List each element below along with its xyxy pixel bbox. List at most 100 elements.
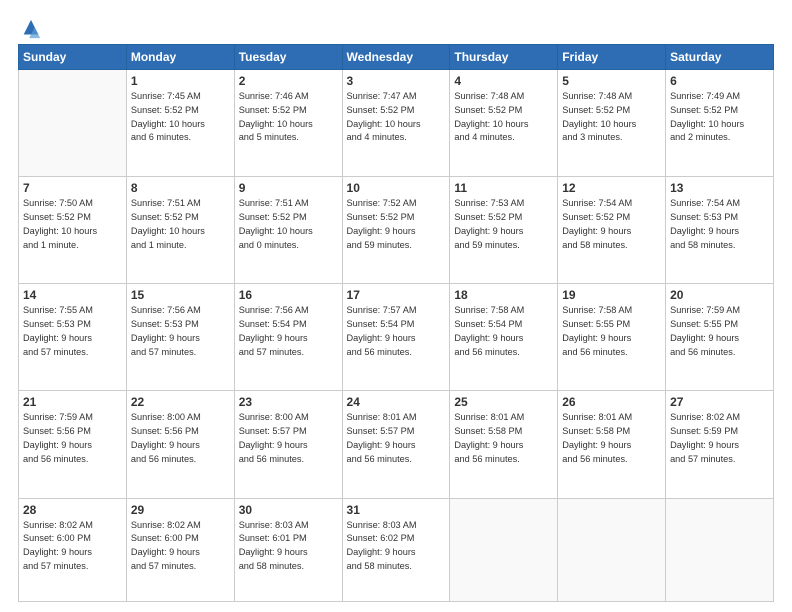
cell-info: Sunrise: 7:46 AMSunset: 5:52 PMDaylight:… xyxy=(239,90,338,145)
day-cell: 5 Sunrise: 7:48 AMSunset: 5:52 PMDaylight… xyxy=(558,70,666,177)
day-number: 31 xyxy=(347,503,446,517)
day-number: 11 xyxy=(454,181,553,195)
day-cell: 13 Sunrise: 7:54 AMSunset: 5:53 PMDayligh… xyxy=(666,177,774,284)
day-number: 16 xyxy=(239,288,338,302)
cell-info: Sunrise: 8:03 AMSunset: 6:02 PMDaylight:… xyxy=(347,519,446,574)
day-header: Thursday xyxy=(450,45,558,70)
day-cell: 7 Sunrise: 7:50 AMSunset: 5:52 PMDaylight… xyxy=(19,177,127,284)
cell-info: Sunrise: 8:00 AMSunset: 5:57 PMDaylight:… xyxy=(239,411,338,466)
day-number: 6 xyxy=(670,74,769,88)
day-cell: 9Sunrise: 7:51 AMSunset: 5:52 PMDaylight… xyxy=(234,177,342,284)
day-header: Wednesday xyxy=(342,45,450,70)
day-cell: 15 Sunrise: 7:56 AMSunset: 5:53 PMDayligh… xyxy=(126,284,234,391)
day-header: Friday xyxy=(558,45,666,70)
day-cell: 12 Sunrise: 7:54 AMSunset: 5:52 PMDayligh… xyxy=(558,177,666,284)
cell-info: Sunrise: 8:02 AMSunset: 6:00 PMDaylight:… xyxy=(131,519,230,574)
day-number: 15 xyxy=(131,288,230,302)
cell-info: Sunrise: 7:58 AMSunset: 5:55 PMDaylight:… xyxy=(562,304,661,359)
day-cell: 20 Sunrise: 7:59 AMSunset: 5:55 PMDayligh… xyxy=(666,284,774,391)
day-number: 25 xyxy=(454,395,553,409)
day-cell: 28 Sunrise: 8:02 AMSunset: 6:00 PMDayligh… xyxy=(19,498,127,602)
day-header: Monday xyxy=(126,45,234,70)
cell-info: Sunrise: 7:50 AMSunset: 5:52 PMDaylight:… xyxy=(23,197,122,252)
week-row: 28 Sunrise: 8:02 AMSunset: 6:00 PMDayligh… xyxy=(19,498,774,602)
day-cell: 8 Sunrise: 7:51 AMSunset: 5:52 PMDaylight… xyxy=(126,177,234,284)
day-cell: 19 Sunrise: 7:58 AMSunset: 5:55 PMDayligh… xyxy=(558,284,666,391)
day-cell: 25Sunrise: 8:01 AMSunset: 5:58 PMDayligh… xyxy=(450,391,558,498)
day-cell: 16 Sunrise: 7:56 AMSunset: 5:54 PMDayligh… xyxy=(234,284,342,391)
week-row: 21 Sunrise: 7:59 AMSunset: 5:56 PMDayligh… xyxy=(19,391,774,498)
week-row: 7 Sunrise: 7:50 AMSunset: 5:52 PMDaylight… xyxy=(19,177,774,284)
day-number: 19 xyxy=(562,288,661,302)
cell-info: Sunrise: 7:48 AMSunset: 5:52 PMDaylight:… xyxy=(562,90,661,145)
day-number: 12 xyxy=(562,181,661,195)
day-number: 26 xyxy=(562,395,661,409)
day-cell: 17Sunrise: 7:57 AMSunset: 5:54 PMDayligh… xyxy=(342,284,450,391)
day-cell: 3 Sunrise: 7:47 AMSunset: 5:52 PMDaylight… xyxy=(342,70,450,177)
cell-info: Sunrise: 8:03 AMSunset: 6:01 PMDaylight:… xyxy=(239,519,338,574)
day-header: Tuesday xyxy=(234,45,342,70)
cell-info: Sunrise: 7:59 AMSunset: 5:55 PMDaylight:… xyxy=(670,304,769,359)
cell-info: Sunrise: 8:01 AMSunset: 5:57 PMDaylight:… xyxy=(347,411,446,466)
day-cell xyxy=(666,498,774,602)
day-number: 21 xyxy=(23,395,122,409)
day-cell: 11 Sunrise: 7:53 AMSunset: 5:52 PMDayligh… xyxy=(450,177,558,284)
day-cell: 27 Sunrise: 8:02 AMSunset: 5:59 PMDayligh… xyxy=(666,391,774,498)
day-number: 8 xyxy=(131,181,230,195)
day-number: 17 xyxy=(347,288,446,302)
cell-info: Sunrise: 8:02 AMSunset: 5:59 PMDaylight:… xyxy=(670,411,769,466)
day-number: 28 xyxy=(23,503,122,517)
calendar: SundayMondayTuesdayWednesdayThursdayFrid… xyxy=(18,44,774,602)
day-number: 23 xyxy=(239,395,338,409)
day-header: Saturday xyxy=(666,45,774,70)
day-number: 20 xyxy=(670,288,769,302)
day-number: 3 xyxy=(347,74,446,88)
logo-icon xyxy=(20,18,42,40)
cell-info: Sunrise: 7:58 AMSunset: 5:54 PMDaylight:… xyxy=(454,304,553,359)
day-cell xyxy=(450,498,558,602)
day-cell: 10 Sunrise: 7:52 AMSunset: 5:52 PMDayligh… xyxy=(342,177,450,284)
cell-info: Sunrise: 7:54 AMSunset: 5:53 PMDaylight:… xyxy=(670,197,769,252)
day-header: Sunday xyxy=(19,45,127,70)
day-cell: 1 Sunrise: 7:45 AMSunset: 5:52 PMDaylight… xyxy=(126,70,234,177)
day-number: 7 xyxy=(23,181,122,195)
day-cell: 21 Sunrise: 7:59 AMSunset: 5:56 PMDayligh… xyxy=(19,391,127,498)
day-number: 2 xyxy=(239,74,338,88)
day-number: 1 xyxy=(131,74,230,88)
cell-info: Sunrise: 8:02 AMSunset: 6:00 PMDaylight:… xyxy=(23,519,122,574)
page: SundayMondayTuesdayWednesdayThursdayFrid… xyxy=(0,0,792,612)
day-number: 27 xyxy=(670,395,769,409)
cell-info: Sunrise: 7:55 AMSunset: 5:53 PMDaylight:… xyxy=(23,304,122,359)
day-cell: 23 Sunrise: 8:00 AMSunset: 5:57 PMDayligh… xyxy=(234,391,342,498)
day-number: 10 xyxy=(347,181,446,195)
day-cell: 31 Sunrise: 8:03 AMSunset: 6:02 PMDayligh… xyxy=(342,498,450,602)
day-cell: 30Sunrise: 8:03 AMSunset: 6:01 PMDayligh… xyxy=(234,498,342,602)
cell-info: Sunrise: 7:52 AMSunset: 5:52 PMDaylight:… xyxy=(347,197,446,252)
day-number: 9 xyxy=(239,181,338,195)
day-number: 13 xyxy=(670,181,769,195)
header xyxy=(18,18,774,36)
week-row: 14 Sunrise: 7:55 AMSunset: 5:53 PMDayligh… xyxy=(19,284,774,391)
cell-info: Sunrise: 7:56 AMSunset: 5:53 PMDaylight:… xyxy=(131,304,230,359)
cell-info: Sunrise: 8:00 AMSunset: 5:56 PMDaylight:… xyxy=(131,411,230,466)
day-cell: 2 Sunrise: 7:46 AMSunset: 5:52 PMDaylight… xyxy=(234,70,342,177)
day-cell: 18Sunrise: 7:58 AMSunset: 5:54 PMDayligh… xyxy=(450,284,558,391)
cell-info: Sunrise: 7:49 AMSunset: 5:52 PMDaylight:… xyxy=(670,90,769,145)
cell-info: Sunrise: 7:51 AMSunset: 5:52 PMDaylight:… xyxy=(131,197,230,252)
cell-info: Sunrise: 7:56 AMSunset: 5:54 PMDaylight:… xyxy=(239,304,338,359)
day-number: 29 xyxy=(131,503,230,517)
cell-info: Sunrise: 7:53 AMSunset: 5:52 PMDaylight:… xyxy=(454,197,553,252)
day-cell: 26Sunrise: 8:01 AMSunset: 5:58 PMDayligh… xyxy=(558,391,666,498)
day-number: 5 xyxy=(562,74,661,88)
cell-info: Sunrise: 7:47 AMSunset: 5:52 PMDaylight:… xyxy=(347,90,446,145)
day-number: 22 xyxy=(131,395,230,409)
day-cell: 14 Sunrise: 7:55 AMSunset: 5:53 PMDayligh… xyxy=(19,284,127,391)
day-number: 4 xyxy=(454,74,553,88)
day-cell xyxy=(19,70,127,177)
cell-info: Sunrise: 7:45 AMSunset: 5:52 PMDaylight:… xyxy=(131,90,230,145)
cell-info: Sunrise: 7:54 AMSunset: 5:52 PMDaylight:… xyxy=(562,197,661,252)
week-row: 1 Sunrise: 7:45 AMSunset: 5:52 PMDaylight… xyxy=(19,70,774,177)
cell-info: Sunrise: 7:59 AMSunset: 5:56 PMDaylight:… xyxy=(23,411,122,466)
day-cell: 6 Sunrise: 7:49 AMSunset: 5:52 PMDaylight… xyxy=(666,70,774,177)
day-number: 14 xyxy=(23,288,122,302)
